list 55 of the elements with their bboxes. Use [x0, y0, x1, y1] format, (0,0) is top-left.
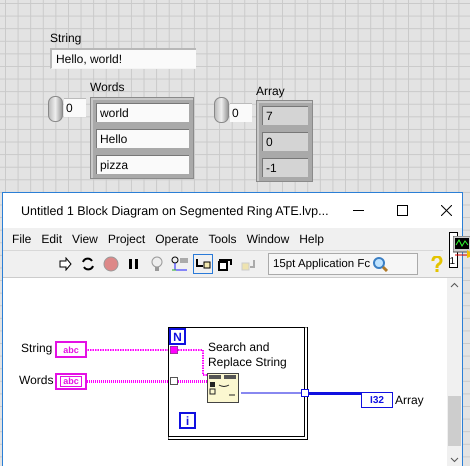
maximize-icon	[397, 205, 408, 216]
string-terminal[interactable]: abc	[55, 373, 87, 390]
toolbar-button[interactable]	[193, 254, 213, 274]
terminal-label: Words	[19, 373, 54, 387]
scrollbar[interactable]	[447, 278, 462, 466]
control-label: Words	[90, 80, 124, 94]
close-icon	[441, 205, 452, 216]
arrow-icon	[58, 257, 72, 271]
loop-count: N	[169, 328, 186, 345]
for-loop[interactable]: N i Search and Replace String	[168, 327, 308, 440]
array-element[interactable]: world	[96, 103, 189, 122]
menu-item[interactable]: Project	[102, 232, 150, 246]
menu-item[interactable]: Help	[294, 232, 329, 246]
menu-item[interactable]: Window	[242, 232, 294, 246]
font-dropdown[interactable]: 15pt Application Fc	[268, 253, 418, 275]
scroll-thumb[interactable]	[448, 396, 461, 446]
menu-item[interactable]: Edit	[36, 232, 68, 246]
cycle-icon	[80, 257, 96, 271]
function-node-icon[interactable]	[207, 373, 239, 403]
string-field[interactable]: Hello, world!	[50, 48, 196, 69]
index-field[interactable]: 0	[64, 98, 86, 117]
step-into-icon	[195, 258, 211, 270]
tunnel-icon	[170, 377, 178, 385]
array-element[interactable]: Hello	[96, 129, 189, 148]
loop-index: i	[179, 412, 196, 429]
step-over-icon	[217, 257, 235, 271]
control-label: String	[50, 31, 82, 45]
stop-icon	[103, 256, 119, 272]
lightbulb-icon	[151, 256, 163, 272]
wire[interactable]	[241, 392, 301, 394]
search-icon	[372, 256, 388, 272]
indicator-label: Array	[256, 84, 285, 98]
window-title: Untitled 1 Block Diagram on Segmented Ring ATE.lvp...	[21, 204, 329, 218]
index-spinner[interactable]	[214, 97, 229, 123]
tunnel-icon	[301, 389, 309, 397]
menu-item[interactable]: View	[67, 232, 103, 246]
array-element[interactable]: pizza	[96, 155, 189, 174]
connector-number: 1	[449, 256, 455, 267]
pause-icon	[128, 258, 140, 270]
array-element: 7	[262, 106, 308, 125]
menu-item[interactable]: Tools	[204, 232, 242, 246]
terminal-label: Array	[395, 393, 424, 407]
step-out-icon	[240, 257, 258, 271]
menu-item[interactable]: Operate	[150, 232, 204, 246]
index-field[interactable]: 0	[230, 103, 252, 122]
probe-icon	[171, 256, 189, 272]
function-label: Search and Replace String	[208, 340, 288, 370]
array-terminal[interactable]: I32	[361, 392, 393, 408]
index-spinner[interactable]	[48, 96, 63, 122]
array-element: 0	[262, 132, 308, 151]
minimize-icon	[353, 210, 364, 212]
string-terminal[interactable]: abc	[55, 341, 87, 358]
array-element: -1	[262, 158, 308, 177]
terminal-label: String	[21, 341, 52, 355]
menu-item[interactable]: File	[7, 232, 36, 246]
